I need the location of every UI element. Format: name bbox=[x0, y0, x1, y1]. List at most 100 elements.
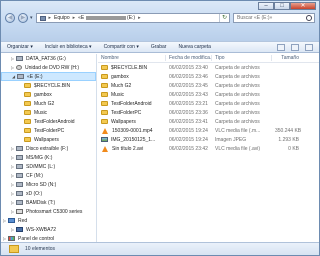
file-date: 06/02/2015 23:46 bbox=[169, 73, 208, 80]
file-row[interactable]: Sin título 2.avi 06/02/2015 23:42 VLC medi… bbox=[98, 144, 319, 153]
include-in-library-button[interactable]: Incluir en biblioteca ▾ bbox=[45, 44, 92, 50]
address-bar[interactable]: ▸ Equipo ▸ «E (E:) ▸ ↻ bbox=[35, 13, 230, 23]
file-row[interactable]: gambox 06/02/2015 23:46 Carpeta de archivo… bbox=[98, 72, 319, 81]
search-input[interactable]: Buscar «E (E:)» bbox=[233, 13, 315, 23]
nav-item[interactable]: ▷ MS/MG (K:) bbox=[1, 153, 96, 162]
nav-item[interactable]: Music bbox=[1, 108, 96, 117]
drive-icon bbox=[16, 173, 23, 178]
nav-item-label: Much G2 bbox=[34, 100, 55, 107]
folder-icon bbox=[101, 110, 108, 115]
column-header-type[interactable]: Tipo bbox=[212, 55, 272, 61]
file-type: Carpeta de archivos bbox=[215, 73, 260, 80]
nav-item[interactable]: ▷ xD (O:) bbox=[1, 189, 96, 198]
file-row[interactable]: Wallpapers 06/02/2015 23:41 Carpeta de arc… bbox=[98, 117, 319, 126]
nav-item[interactable]: ▷ WS-XWBA72 bbox=[1, 225, 96, 234]
file-date: 06/02/2015 23:40 bbox=[169, 64, 208, 71]
nav-item[interactable]: ▷ Red bbox=[1, 216, 96, 225]
folder-icon bbox=[24, 119, 31, 124]
drive-icon bbox=[16, 146, 23, 151]
nav-item-label: xD (O:) bbox=[26, 190, 43, 197]
nav-item[interactable]: ▷ Disco extraíble (F:) bbox=[1, 144, 96, 153]
file-row[interactable]: IMG_20150125_1... 06/02/2015 19:24 Imagen … bbox=[98, 135, 319, 144]
nav-item[interactable]: ▷ CF (M:) bbox=[1, 171, 96, 180]
file-type: Carpeta de archivos bbox=[215, 64, 260, 71]
file-row[interactable]: Much G2 06/02/2015 23:45 Carpeta de archiv… bbox=[98, 81, 319, 90]
file-name: Music bbox=[111, 91, 125, 98]
nav-item[interactable]: gambox bbox=[1, 90, 96, 99]
help-icon[interactable] bbox=[305, 43, 313, 51]
file-type: Carpeta de archivos bbox=[215, 82, 260, 89]
breadcrumb-drive[interactable]: «E (E:) bbox=[78, 15, 135, 21]
file-row[interactable]: TestFolderPC 06/02/2015 23:36 Carpeta de a… bbox=[98, 108, 319, 117]
nav-item-label: CF (M:) bbox=[26, 172, 43, 179]
folder-icon bbox=[9, 245, 19, 253]
breadcrumb-separator-icon[interactable]: ▸ bbox=[73, 15, 76, 21]
dvd-icon bbox=[16, 65, 22, 70]
nav-item[interactable]: Wallpapers bbox=[1, 135, 96, 144]
navigation-pane[interactable]: ▷ DATA_FAT36 (G:) ▷ Unidad de DVD RW (H:) ◢ «… bbox=[1, 54, 97, 243]
nav-item[interactable]: $RECYCLE.BIN bbox=[1, 81, 96, 90]
breadcrumb-equipo[interactable]: Equipo bbox=[54, 15, 70, 21]
file-name-cell: Wallpapers bbox=[98, 119, 166, 125]
vlc-icon bbox=[102, 145, 108, 152]
column-header-size[interactable]: Tamaño bbox=[272, 55, 302, 61]
status-bar: 10 elementos bbox=[1, 242, 319, 255]
file-date: 06/02/2015 23:45 bbox=[169, 82, 208, 89]
column-header-date[interactable]: Fecha de modifica... bbox=[166, 55, 212, 61]
nav-item[interactable]: ▷ BAMDisk (T:) bbox=[1, 198, 96, 207]
file-rows: $RECYCLE.BIN 06/02/2015 23:40 Carpeta de a… bbox=[98, 63, 319, 153]
file-row[interactable]: 150309-0001.mp4 06/02/2015 19:24 VLC media… bbox=[98, 126, 319, 135]
forward-button[interactable]: ▶ bbox=[18, 13, 28, 23]
nav-item-label: gambox bbox=[34, 91, 52, 98]
refresh-icon[interactable]: ↻ bbox=[219, 14, 229, 22]
nav-item[interactable]: ▷ Micro SD (N:) bbox=[1, 180, 96, 189]
folder-icon bbox=[24, 110, 31, 115]
file-row[interactable]: $RECYCLE.BIN 06/02/2015 23:40 Carpeta de a… bbox=[98, 63, 319, 72]
back-button[interactable]: ◀ bbox=[5, 13, 15, 23]
nav-item[interactable]: TestFolderAndroid bbox=[1, 117, 96, 126]
breadcrumb-separator-icon[interactable]: ▸ bbox=[49, 15, 52, 21]
file-date: 06/02/2015 23:21 bbox=[169, 100, 208, 107]
nav-item[interactable]: ▷ Photosmart C5300 series bbox=[1, 207, 96, 216]
nav-item[interactable]: ▷ Unidad de DVD RW (H:) bbox=[1, 63, 96, 72]
view-controls bbox=[277, 43, 313, 51]
nav-item-label: BAMDisk (T:) bbox=[26, 199, 56, 206]
breadcrumb-separator-icon[interactable]: ▸ bbox=[138, 15, 141, 21]
nav-item-label: TestFolderPC bbox=[34, 127, 65, 134]
nav-item-label: «E (E:) bbox=[27, 73, 43, 80]
printer-icon bbox=[16, 209, 23, 214]
nav-item[interactable]: Much G2 bbox=[1, 99, 96, 108]
file-type: VLC media file (.m... bbox=[215, 127, 261, 134]
change-view-icon[interactable] bbox=[277, 43, 285, 51]
file-date: 06/02/2015 23:41 bbox=[169, 118, 208, 125]
burn-button[interactable]: Grabar bbox=[151, 44, 167, 50]
file-name-cell: IMG_20150125_1... bbox=[98, 137, 166, 143]
file-size: 0 KB bbox=[288, 145, 299, 152]
new-folder-button[interactable]: Nueva carpeta bbox=[178, 44, 211, 50]
folder-icon bbox=[101, 101, 108, 106]
nav-item[interactable]: ▷ SD/MMC (L:) bbox=[1, 162, 96, 171]
file-row[interactable]: Music 06/02/2015 23:43 Carpeta de archivos bbox=[98, 90, 319, 99]
nav-item[interactable]: TestFolderPC bbox=[1, 126, 96, 135]
close-button[interactable]: ✕ bbox=[290, 2, 316, 10]
folder-icon bbox=[101, 65, 108, 70]
file-date: 06/02/2015 19:24 bbox=[169, 136, 208, 143]
nav-item[interactable]: ◢ «E (E:) bbox=[1, 72, 96, 81]
maximize-button[interactable]: □ bbox=[274, 2, 290, 10]
file-list: Nombre Fecha de modifica... Tipo Tamaño … bbox=[98, 54, 319, 243]
breadcrumb-drive-label: «E bbox=[78, 15, 85, 21]
organize-button[interactable]: Organizar ▾ bbox=[7, 44, 33, 50]
file-name: TestFolderPC bbox=[111, 109, 142, 116]
file-type: Carpeta de archivos bbox=[215, 109, 260, 116]
share-with-button[interactable]: Compartir con ▾ bbox=[104, 44, 139, 50]
preview-pane-icon[interactable] bbox=[291, 43, 299, 51]
file-row[interactable]: TestFolderAndroid 06/02/2015 23:21 Carpeta… bbox=[98, 99, 319, 108]
folder-icon bbox=[24, 101, 31, 106]
column-header-name[interactable]: Nombre bbox=[98, 55, 166, 61]
breadcrumb-drive-letter: (E:) bbox=[127, 15, 136, 21]
nav-item[interactable]: ▷ DATA_FAT36 (G:) bbox=[1, 54, 96, 63]
minimize-button[interactable]: – bbox=[258, 2, 274, 10]
drive-icon bbox=[16, 164, 23, 169]
recent-pages-dropdown-icon[interactable]: ▾ bbox=[30, 15, 33, 21]
file-type: Imagen JPEG bbox=[215, 136, 247, 143]
